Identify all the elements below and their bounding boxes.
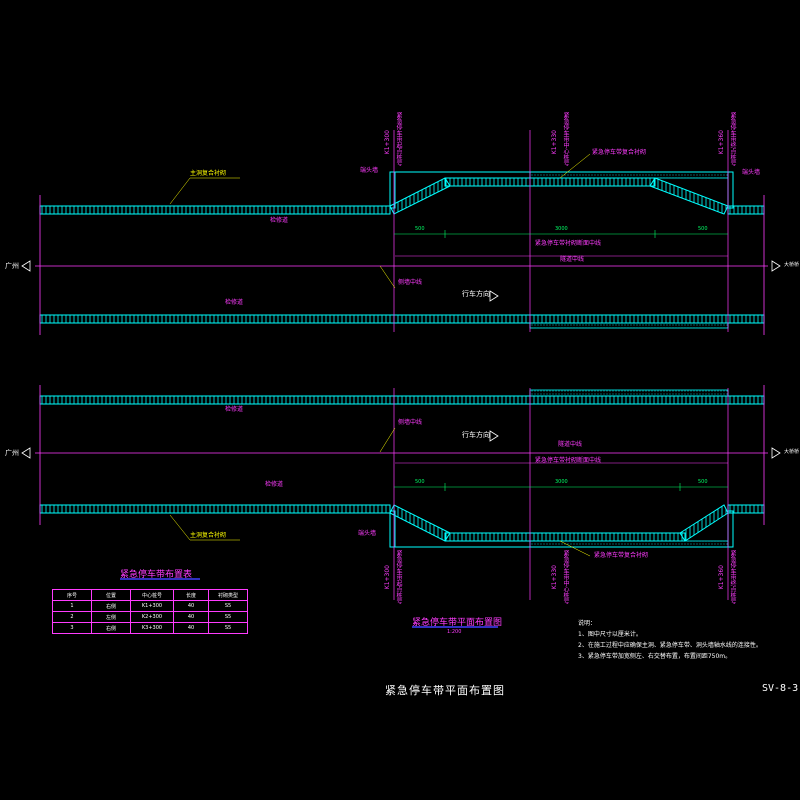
lower-station-3: K1+360 bbox=[718, 565, 725, 590]
upper-taper-right bbox=[649, 177, 729, 215]
upper-dim-3: 500 bbox=[698, 226, 708, 232]
upper-main-lining-label: 主洞复合衬砌 bbox=[190, 170, 227, 177]
upper-end-wall-right bbox=[727, 171, 734, 209]
table-cell: 40 bbox=[173, 622, 209, 634]
upper-bottom-lining bbox=[39, 314, 765, 324]
table-cell: S5 bbox=[208, 600, 248, 612]
upper-bay-outer bbox=[529, 171, 729, 179]
upper-right-end-label: 大桥桥 bbox=[784, 262, 800, 268]
table-row: 1 右侧 K1+300 40 S5 bbox=[52, 600, 248, 612]
upper-lane-centerline-label: 侧墙中线 bbox=[398, 279, 423, 286]
table-row: 2 左侧 K2+300 40 S5 bbox=[52, 611, 248, 623]
lower-maintenance-bottom-label: 检修道 bbox=[265, 481, 284, 488]
upper-top-lining-left bbox=[39, 205, 391, 215]
table-cell: 右侧 bbox=[91, 600, 131, 612]
layout-table: 序号 位置 中心桩号 长度 衬砌类型 1 右侧 K1+300 40 S5 2 左… bbox=[52, 589, 248, 634]
plan-title: 紧急停车带平面布置图 bbox=[412, 618, 503, 628]
lower-main-lining-label: 主洞复合衬砌 bbox=[190, 532, 227, 539]
upper-maintenance-bottom-label: 检修道 bbox=[225, 299, 244, 306]
upper-bay-lining bbox=[444, 177, 656, 187]
table-header-cell: 位置 bbox=[91, 589, 131, 601]
table-cell: S5 bbox=[208, 611, 248, 623]
note-item: 1、图中尺寸以厘米计。 bbox=[578, 631, 642, 638]
table-header-cell: 序号 bbox=[52, 589, 92, 601]
lower-right-end-label: 大桥桥 bbox=[784, 449, 800, 455]
table-header-cell: 中心桩号 bbox=[130, 589, 174, 601]
drawing-number: SV-8-3 bbox=[762, 683, 799, 694]
upper-bay-centerline-label: 紧急停车带衬砌断面中线 bbox=[535, 240, 602, 247]
upper-station-note-2: 紧急停车带中心桩号 bbox=[562, 112, 569, 166]
upper-station-3: K1+360 bbox=[718, 130, 725, 155]
lower-dim-3: 500 bbox=[698, 479, 708, 485]
lower-station-note-1: 紧急停车带起点桩号 bbox=[395, 550, 402, 604]
upper-tunnel-centerline-label: 隧道中线 bbox=[560, 256, 585, 263]
lower-bottom-lining-left bbox=[39, 504, 391, 514]
table-cell: S5 bbox=[208, 622, 248, 634]
note-item: 3、紧急停车带加宽侧左、右交替布置，布置间距750m。 bbox=[578, 653, 732, 660]
lower-left-end-label: 广州 bbox=[5, 449, 19, 457]
lower-station-1: K1+300 bbox=[384, 565, 391, 590]
table-row: 3 右侧 K3+300 40 S5 bbox=[52, 622, 248, 634]
table-cell: 2 bbox=[52, 611, 92, 623]
upper-station-2: K1+330 bbox=[551, 130, 558, 155]
table-cell: 40 bbox=[173, 600, 209, 612]
sheet-title: 紧急停车带平面布置图 bbox=[385, 684, 505, 697]
lower-lane-centerline-label: 侧墙中线 bbox=[398, 419, 423, 426]
lower-tunnel-centerline-label: 隧道中线 bbox=[558, 441, 583, 448]
lower-bay-lining bbox=[444, 532, 686, 542]
lower-dim-2: 3000 bbox=[555, 479, 568, 485]
lower-taper-right bbox=[679, 504, 729, 542]
notes: 说明： 1、图中尺寸以厘米计。 2、在施工过程中应确保主洞、紧急停车带、洞头墙轴… bbox=[578, 618, 762, 662]
table-cell: K3+300 bbox=[130, 622, 174, 634]
lower-station-2: K1+330 bbox=[551, 565, 558, 590]
lower-bay-lining-label: 紧急停车带复合衬砌 bbox=[594, 552, 649, 559]
upper-maintenance-top-label: 检修道 bbox=[270, 217, 289, 224]
notes-heading: 说明： bbox=[578, 620, 597, 627]
upper-dim-1: 500 bbox=[415, 226, 425, 232]
table-cell: 3 bbox=[52, 622, 92, 634]
note-item: 2、在施工过程中应确保主洞、紧急停车带、洞头墙轴水线的连接性。 bbox=[578, 642, 762, 649]
upper-dim-2: 3000 bbox=[555, 226, 568, 232]
table-cell: K1+300 bbox=[130, 600, 174, 612]
lower-taper-left bbox=[389, 504, 451, 542]
lower-maintenance-top-label: 检修道 bbox=[225, 406, 244, 413]
upper-station-1: K1+300 bbox=[384, 130, 391, 155]
table-cell: K2+300 bbox=[130, 611, 174, 623]
upper-station-note-1: 紧急停车带起点桩号 bbox=[395, 112, 402, 166]
lower-top-lining bbox=[39, 395, 765, 405]
lower-end-wall-right bbox=[727, 510, 734, 548]
table-header-row: 序号 位置 中心桩号 长度 衬砌类型 bbox=[52, 589, 248, 601]
plan-scale: 1:200 bbox=[447, 629, 462, 635]
table-cell: 1 bbox=[52, 600, 92, 612]
table-cell: 40 bbox=[173, 611, 209, 623]
table-cell: 右侧 bbox=[91, 622, 131, 634]
table-header-cell: 衬砌类型 bbox=[208, 589, 248, 601]
upper-travel-direction-label: 行车方向 bbox=[462, 290, 490, 298]
upper-left-end-label: 广州 bbox=[5, 262, 19, 270]
table-cell: 左侧 bbox=[91, 611, 131, 623]
lower-dim-1: 500 bbox=[415, 479, 425, 485]
upper-station-note-3: 紧急停车带终点桩号 bbox=[729, 112, 736, 166]
lower-station-note-2: 紧急停车带中心桩号 bbox=[562, 550, 569, 604]
upper-end-wall-right-label: 端头墙 bbox=[742, 169, 761, 176]
lower-bay-centerline-label: 紧急停车带衬砌断面中线 bbox=[535, 457, 602, 464]
lower-travel-direction-label: 行车方向 bbox=[462, 431, 490, 439]
layout-table-title: 紧急停车带布置表 bbox=[120, 570, 193, 580]
table-header-cell: 长度 bbox=[173, 589, 209, 601]
lower-end-wall-label: 端头墙 bbox=[358, 530, 377, 537]
upper-taper-left bbox=[389, 177, 451, 215]
upper-bay-lining-label: 紧急停车带复合衬砌 bbox=[592, 149, 647, 156]
lower-station-note-3: 紧急停车带终点桩号 bbox=[729, 550, 736, 604]
upper-end-wall-left-label: 端头墙 bbox=[360, 167, 379, 174]
